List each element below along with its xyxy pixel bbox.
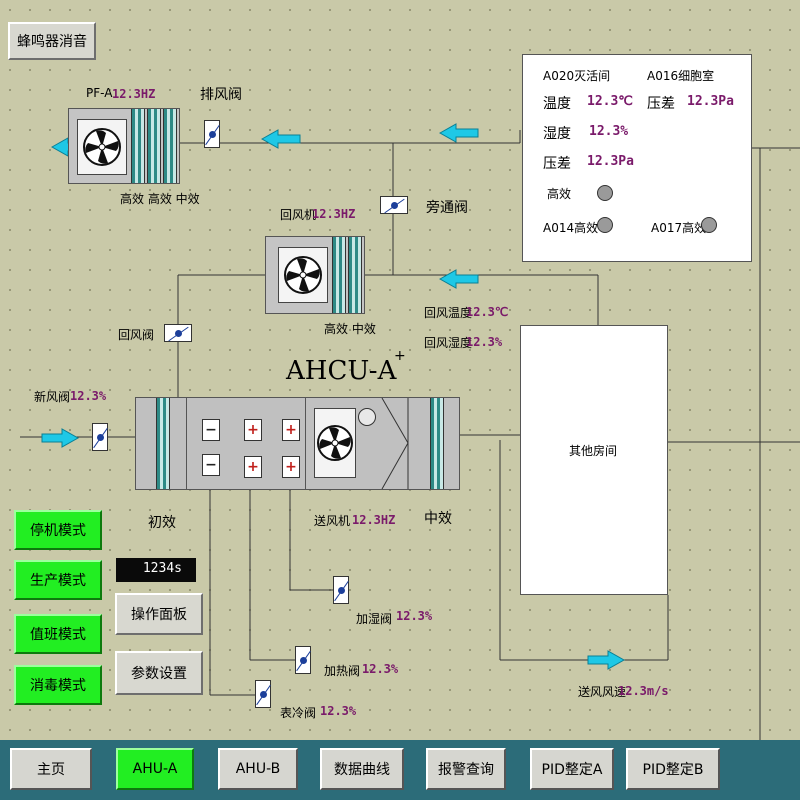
supply-fan-hz: 12.3HZ xyxy=(352,513,396,527)
heating-value: 12.3% xyxy=(362,662,399,676)
return-fan-hz: 12.3HZ xyxy=(312,207,356,221)
exhaust-filter-1 xyxy=(131,109,145,183)
primary-filter-label: 初效 xyxy=(148,515,176,531)
mode-duty-button[interactable]: 值班模式 xyxy=(14,614,102,654)
parameter-settings-button[interactable]: 参数设置 xyxy=(115,651,203,695)
a017-hepa-lamp xyxy=(701,217,717,233)
mode-stop-button[interactable]: 停机模式 xyxy=(14,510,102,550)
bypass-damper[interactable] xyxy=(380,196,408,214)
a016-press-value: 12.3Pa xyxy=(687,94,734,109)
a016-press-label: 压差 xyxy=(647,96,675,112)
crosshair-marker: + xyxy=(394,348,406,364)
humidify-label: 加湿阀 xyxy=(356,612,393,626)
exhaust-damper-label: 排风阀 xyxy=(200,87,242,103)
return-filter-labels: 高效 中效 xyxy=(324,322,376,336)
other-room-label: 其他房间 xyxy=(569,444,618,458)
supply-fan-label: 送风机 xyxy=(314,514,351,528)
a014-hepa-lamp xyxy=(597,217,613,233)
a020-hum-value: 12.3% xyxy=(589,124,629,139)
humidify-valve[interactable] xyxy=(333,576,349,604)
mid-filter xyxy=(430,398,444,489)
a020-hepa-label: 高效 xyxy=(547,187,572,201)
return-temp-label: 回风温度 xyxy=(424,306,473,320)
supply-speed-value: 12.3m/s xyxy=(618,684,669,698)
fresh-air-value: 12.3% xyxy=(70,389,107,403)
return-hum-label: 回风湿度 xyxy=(424,336,473,350)
supply-fan-indicator xyxy=(358,408,376,426)
exhaust-filter-labels: 高效 高效 中效 xyxy=(120,192,200,206)
nav-home-tab[interactable]: 主页 xyxy=(10,748,92,790)
heating-coil-1-icon: + xyxy=(244,419,262,441)
a020-hum-label: 湿度 xyxy=(543,126,571,142)
room-a020-title: A020灭活间 xyxy=(543,69,611,83)
nav-ahu-a-tab[interactable]: AHU-A xyxy=(116,748,194,790)
cooling-valve[interactable] xyxy=(255,680,271,708)
a020-hepa-lamp xyxy=(597,185,613,201)
room-status-panel: A020灭活间 A016细胞室 温度 12.3℃ 压差 12.3Pa 湿度 12… xyxy=(522,54,752,262)
return-fan-icon xyxy=(278,247,328,303)
nav-data-curves-tab[interactable]: 数据曲线 xyxy=(320,748,404,790)
primary-filter xyxy=(156,398,170,489)
humidify-value: 12.3% xyxy=(396,609,433,623)
mute-buzzer-button[interactable]: 蜂鸣器消音 xyxy=(8,22,96,60)
a020-temp-value: 12.3℃ xyxy=(587,94,633,109)
supply-fan-icon xyxy=(314,408,356,478)
exhaust-unit xyxy=(68,108,180,184)
ahu-title: AHCU-A xyxy=(286,356,397,386)
cooling-coil-top-icon: − xyxy=(202,419,220,441)
bypass-damper-label: 旁通阀 xyxy=(426,200,468,216)
heating-label: 加热阀 xyxy=(324,664,361,678)
operation-panel-button[interactable]: 操作面板 xyxy=(115,593,203,635)
a014-hepa-label: A014高效 xyxy=(543,221,599,235)
mode-disinfect-button[interactable]: 消毒模式 xyxy=(14,665,102,705)
heating-coil-4-icon: + xyxy=(282,456,300,478)
return-fan-unit xyxy=(265,236,365,314)
nav-pid-b-tab[interactable]: PID整定B xyxy=(626,748,720,790)
cooling-label: 表冷阀 xyxy=(280,706,317,720)
other-room-panel: 其他房间 xyxy=(520,325,668,595)
exhaust-fan-label: PF-A xyxy=(86,86,113,100)
return-filter-2 xyxy=(348,237,362,313)
return-filter-1 xyxy=(332,237,346,313)
a020-temp-label: 温度 xyxy=(543,96,571,112)
diffuser-section xyxy=(381,398,409,489)
return-temp-value: 12.3℃ xyxy=(466,305,509,319)
return-fan-label: 回风机 xyxy=(280,208,317,222)
exhaust-filter-3 xyxy=(163,109,177,183)
exhaust-fan-icon xyxy=(77,119,127,175)
nav-alarm-query-tab[interactable]: 报警查询 xyxy=(426,748,506,790)
mid-filter-label: 中效 xyxy=(424,511,452,527)
return-damper[interactable] xyxy=(164,324,192,342)
room-a016-title: A016细胞室 xyxy=(647,69,715,83)
exhaust-filter-2 xyxy=(147,109,161,183)
heating-coil-2-icon: + xyxy=(282,419,300,441)
cooling-value: 12.3% xyxy=(320,704,357,718)
runtime-counter: 1234s xyxy=(116,558,196,582)
return-hum-value: 12.3% xyxy=(466,335,503,349)
a020-press-value: 12.3Pa xyxy=(587,154,634,169)
mode-production-button[interactable]: 生产模式 xyxy=(14,560,102,600)
heating-coil-3-icon: + xyxy=(244,456,262,478)
cooling-coil-bottom-icon: − xyxy=(202,454,220,476)
fresh-air-damper[interactable] xyxy=(92,423,108,451)
fresh-air-label: 新风阀 xyxy=(34,390,71,404)
heating-valve[interactable] xyxy=(295,646,311,674)
nav-ahu-b-tab[interactable]: AHU-B xyxy=(218,748,298,790)
return-damper-label: 回风阀 xyxy=(118,328,155,342)
exhaust-damper[interactable] xyxy=(204,120,220,148)
a017-hepa-label: A017高效 xyxy=(651,221,707,235)
exhaust-fan-hz: 12.3HZ xyxy=(112,87,156,101)
nav-pid-a-tab[interactable]: PID整定A xyxy=(530,748,614,790)
a020-press-label: 压差 xyxy=(543,156,571,172)
